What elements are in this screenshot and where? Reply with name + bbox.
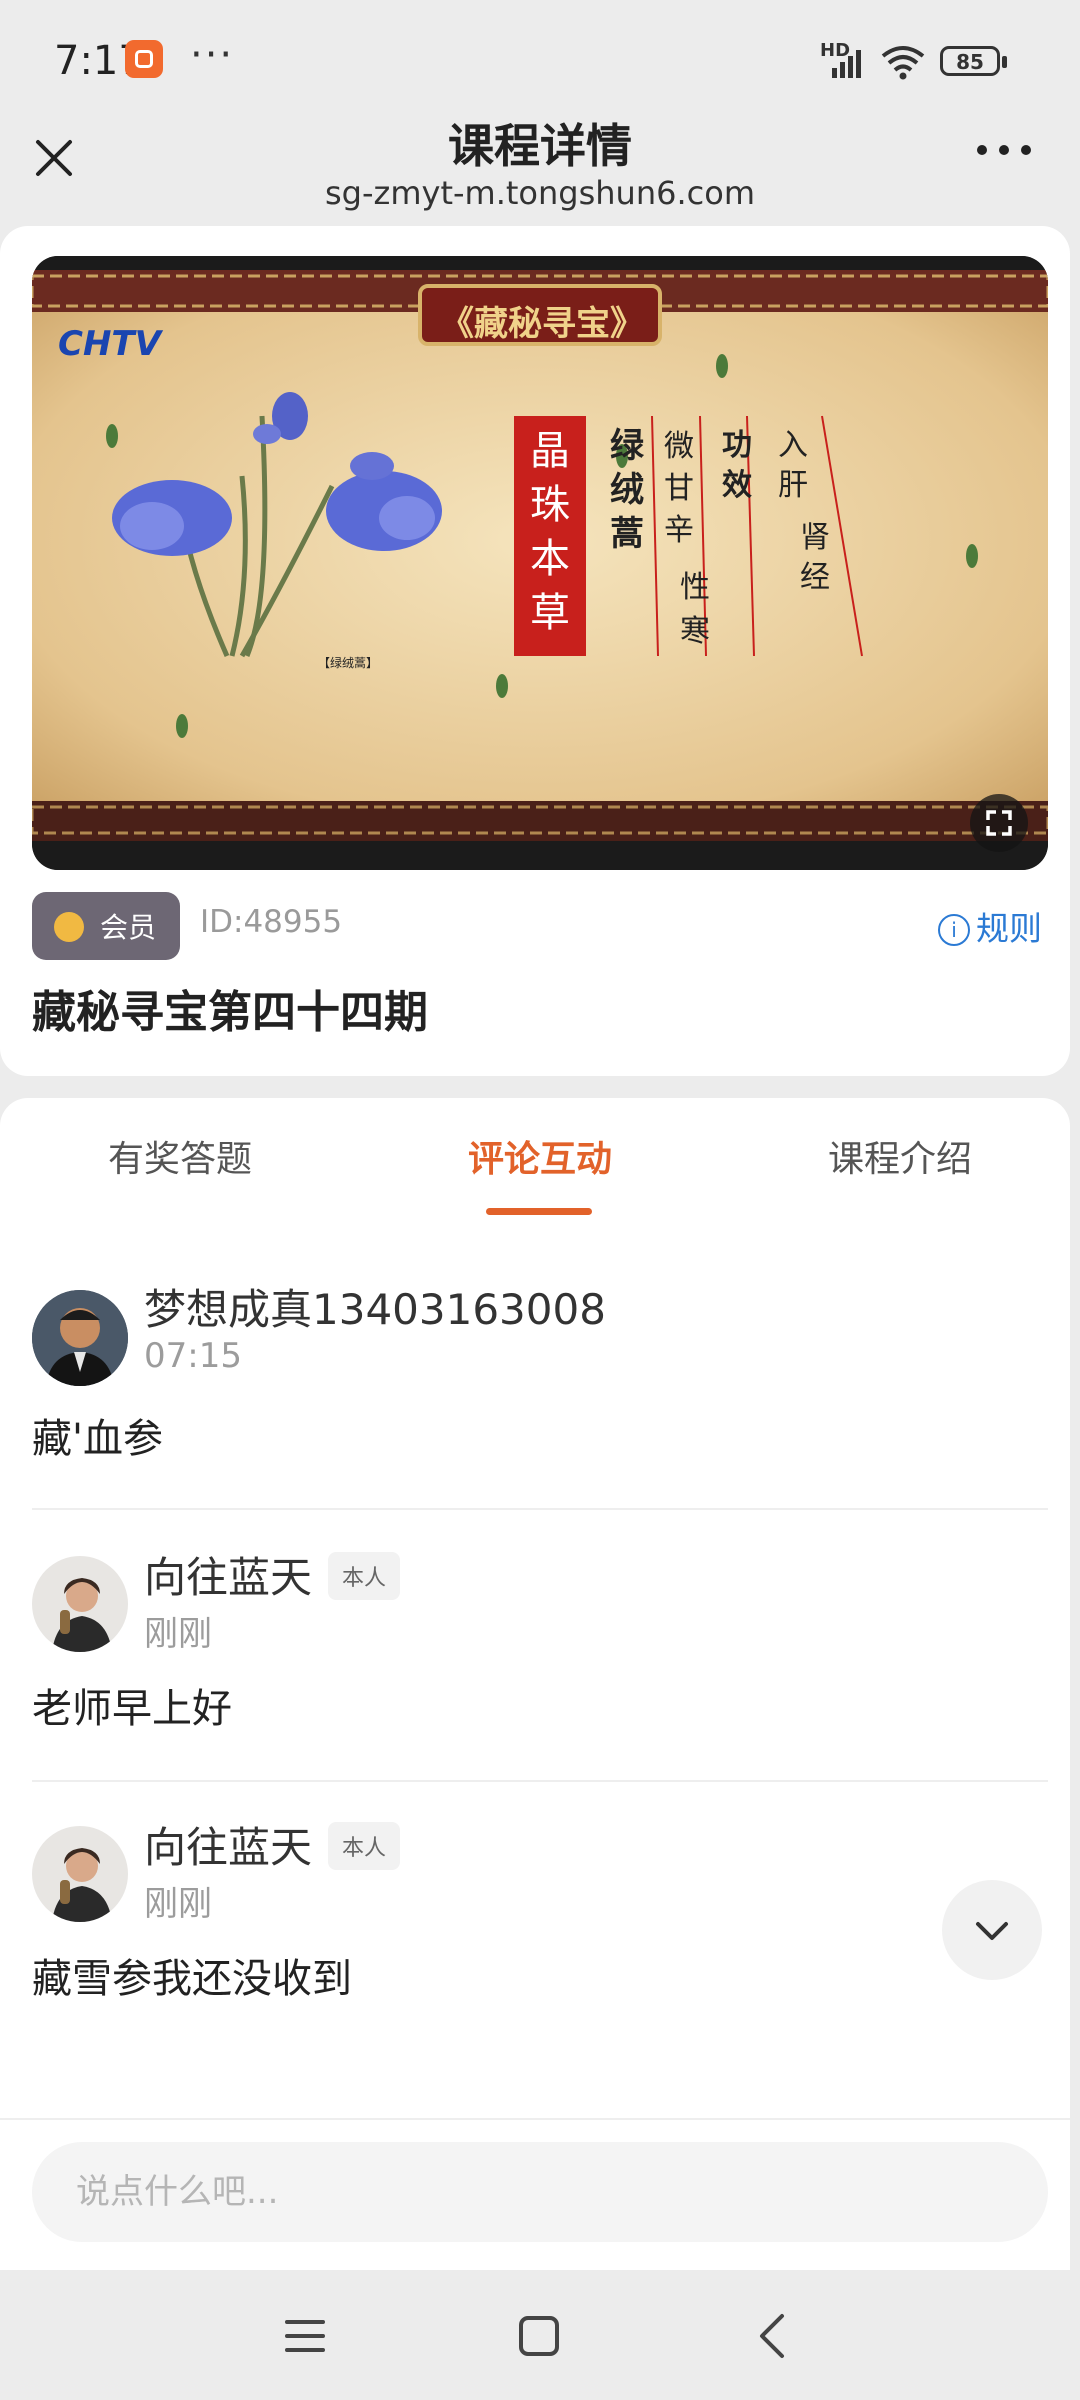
home-icon[interactable] <box>518 2314 560 2358</box>
self-tag: 本人 <box>328 1822 401 1870</box>
plant-name: 绿绒蒿 <box>610 426 644 554</box>
comment-author: 向往蓝天 <box>144 1823 313 1872</box>
menu-icon[interactable] <box>284 2316 326 2356</box>
nature-text: 性寒 <box>680 570 710 649</box>
comment-author: 向往蓝天 <box>144 1553 313 1602</box>
scroll-down-button[interactable] <box>942 1880 1042 1980</box>
status-more-dots: ··· <box>190 32 235 78</box>
page-title: 课程详情 <box>448 119 632 173</box>
self-tag: 本人 <box>328 1552 401 1600</box>
system-nav-bar <box>0 2270 1080 2400</box>
chevron-down-icon <box>976 1922 1008 1940</box>
page-header: 课程详情 sg-zmyt-m.tongshun6.com <box>0 90 1080 220</box>
avatar[interactable] <box>32 1556 128 1652</box>
meridian-text-1: 入肝 <box>778 428 808 503</box>
avatar[interactable] <box>32 1826 128 1922</box>
comment-divider <box>32 1508 1048 1510</box>
tab-course-intro[interactable]: 课程介绍 <box>750 1130 1050 1182</box>
user-photo-icon <box>32 1290 128 1386</box>
video-player[interactable]: CHTV 《藏秘寻宝》 晶珠本草 绿绒蒿 微甘辛 性寒 功效 入肝 肾经 【绿绒… <box>32 256 1048 870</box>
meridian-text-2: 肾经 <box>800 520 830 595</box>
plant-caption: 【绿绒蒿】 <box>318 656 379 670</box>
rules-label: 规则 <box>976 909 1042 948</box>
tab-comments[interactable]: 评论互动 <box>390 1130 690 1182</box>
back-icon[interactable] <box>754 2312 790 2360</box>
comment-input[interactable] <box>32 2142 1048 2242</box>
wifi-icon <box>881 46 925 80</box>
show-banner-title: 《藏秘寻宝》 <box>440 304 644 344</box>
comment-text: 藏'血参 <box>32 1416 163 1462</box>
course-id: ID:48955 <box>200 904 343 940</box>
comment-author: 梦想成真13403163008 <box>144 1285 606 1334</box>
crown-icon <box>54 912 84 942</box>
comment-divider <box>32 1780 1048 1782</box>
signal-icon <box>832 50 861 78</box>
user-photo-icon <box>32 1556 128 1652</box>
channel-logo: CHTV <box>58 324 161 364</box>
battery-icon: 85 <box>940 46 1010 78</box>
comment-time: 刚刚 <box>144 1884 212 1924</box>
info-icon: i <box>938 914 970 946</box>
comment-time: 07:15 <box>144 1336 242 1376</box>
member-label: 会员 <box>100 911 157 944</box>
fullscreen-icon <box>986 810 1012 836</box>
comment-time: 刚刚 <box>144 1614 212 1654</box>
member-badge: 会员 <box>32 892 180 960</box>
comment-text: 藏雪参我还没收到 <box>32 1956 352 2002</box>
battery-level: 85 <box>956 50 984 74</box>
active-tab-indicator <box>486 1208 592 1215</box>
page-url: sg-zmyt-m.tongshun6.com <box>325 174 755 212</box>
rules-link[interactable]: i 规则 <box>938 902 1042 950</box>
red-vertical-title: 晶珠本草 <box>530 428 570 636</box>
fullscreen-button[interactable] <box>970 794 1028 852</box>
taste-text: 微甘辛 <box>664 429 694 548</box>
avatar[interactable] <box>32 1290 128 1386</box>
tab-quiz[interactable]: 有奖答题 <box>30 1130 330 1182</box>
user-photo-icon <box>32 1826 128 1922</box>
effect-text: 功效 <box>722 428 752 503</box>
more-options-icon[interactable] <box>974 140 1034 160</box>
course-title: 藏秘寻宝第四十四期 <box>32 987 428 1038</box>
comment-text: 老师早上好 <box>32 1686 232 1732</box>
app-notification-icon <box>125 40 163 78</box>
